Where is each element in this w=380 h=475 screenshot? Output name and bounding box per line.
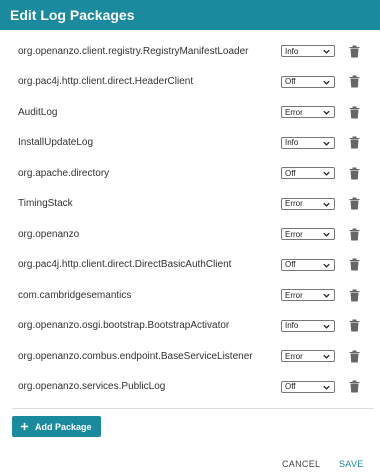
package-name: org.openanzo (18, 228, 80, 240)
chevron-down-icon (323, 80, 330, 85)
package-row: com.cambridgesemantics Error (0, 280, 380, 311)
log-level-select[interactable]: Info (281, 319, 335, 332)
log-level-value: Off (285, 77, 296, 87)
log-level-value: Error (285, 229, 303, 239)
package-row: AuditLog Error (0, 97, 380, 128)
log-level-select[interactable]: Error (281, 289, 335, 302)
trash-icon[interactable] (349, 197, 360, 210)
package-name: AuditLog (18, 106, 58, 118)
trash-icon[interactable] (349, 136, 360, 149)
package-row: org.openanzo Error (0, 219, 380, 250)
log-level-value: Error (285, 199, 303, 209)
log-level-value: Error (285, 290, 303, 300)
chevron-down-icon (323, 49, 330, 54)
log-level-select[interactable]: Error (281, 197, 335, 210)
dialog-header: Edit Log Packages (0, 0, 380, 30)
log-level-select[interactable]: Info (281, 136, 335, 149)
log-level-select[interactable]: Error (281, 228, 335, 241)
log-level-value: Error (285, 107, 303, 117)
package-list: org.openanzo.client.registry.RegistryMan… (0, 36, 380, 402)
trash-icon[interactable] (349, 75, 360, 88)
package-name: com.cambridgesemantics (18, 289, 132, 301)
divider (12, 408, 374, 409)
package-name: org.apache.directory (18, 167, 110, 179)
package-name: InstallUpdateLog (18, 137, 94, 149)
package-row: org.pac4j.http.client.direct.HeaderClien… (0, 67, 380, 98)
trash-icon[interactable] (349, 289, 360, 302)
add-package-label: Add Package (35, 421, 92, 432)
log-level-select[interactable]: Off (281, 258, 335, 271)
add-package-button[interactable]: Add Package (12, 416, 101, 437)
chevron-down-icon (323, 263, 330, 268)
package-name: TimingStack (18, 198, 73, 210)
package-name: org.openanzo.client.registry.RegistryMan… (18, 45, 249, 57)
edit-log-packages-dialog: Edit Log Packages org.openanzo.client.re… (0, 0, 380, 475)
plus-icon (20, 422, 29, 431)
trash-icon[interactable] (349, 319, 360, 332)
log-level-value: Info (285, 138, 299, 148)
package-row: InstallUpdateLog Info (0, 128, 380, 159)
log-level-value: Info (285, 321, 299, 331)
trash-icon[interactable] (349, 258, 360, 271)
cancel-button[interactable]: CANCEL (282, 459, 320, 469)
log-level-value: Off (285, 382, 296, 392)
package-row: org.apache.directory Off (0, 158, 380, 189)
trash-icon[interactable] (349, 167, 360, 180)
log-level-select[interactable]: Error (281, 106, 335, 119)
chevron-down-icon (323, 354, 330, 359)
log-level-value: Off (285, 168, 296, 178)
chevron-down-icon (323, 324, 330, 329)
log-level-select[interactable]: Off (281, 380, 335, 393)
trash-icon[interactable] (349, 45, 360, 58)
package-row: org.openanzo.osgi.bootstrap.BootstrapAct… (0, 311, 380, 342)
log-level-select[interactable]: Info (281, 45, 335, 58)
package-name: org.openanzo.combus.endpoint.BaseService… (18, 350, 253, 362)
package-row: org.openanzo.client.registry.RegistryMan… (0, 36, 380, 67)
log-level-select[interactable]: Off (281, 75, 335, 88)
log-level-value: Info (285, 46, 299, 56)
trash-icon[interactable] (349, 350, 360, 363)
log-level-value: Off (285, 260, 296, 270)
package-row: TimingStack Error (0, 189, 380, 220)
dialog-title: Edit Log Packages (10, 7, 135, 23)
log-level-select[interactable]: Off (281, 167, 335, 180)
package-row: org.pac4j.http.client.direct.DirectBasic… (0, 250, 380, 281)
trash-icon[interactable] (349, 380, 360, 393)
package-name: org.pac4j.http.client.direct.DirectBasic… (18, 259, 232, 271)
trash-icon[interactable] (349, 106, 360, 119)
log-level-value: Error (285, 351, 303, 361)
chevron-down-icon (323, 110, 330, 115)
package-name: org.pac4j.http.client.direct.HeaderClien… (18, 76, 194, 88)
chevron-down-icon (323, 202, 330, 207)
chevron-down-icon (323, 171, 330, 176)
package-name: org.openanzo.services.PublicLog (18, 381, 166, 393)
trash-icon[interactable] (349, 228, 360, 241)
package-row: org.openanzo.services.PublicLog Off (0, 372, 380, 403)
chevron-down-icon (323, 141, 330, 146)
save-button[interactable]: SAVE (339, 459, 364, 469)
chevron-down-icon (323, 232, 330, 237)
log-level-select[interactable]: Error (281, 350, 335, 363)
package-row: org.openanzo.combus.endpoint.BaseService… (0, 341, 380, 372)
package-name: org.openanzo.osgi.bootstrap.BootstrapAct… (18, 320, 230, 332)
chevron-down-icon (323, 385, 330, 390)
chevron-down-icon (323, 293, 330, 298)
